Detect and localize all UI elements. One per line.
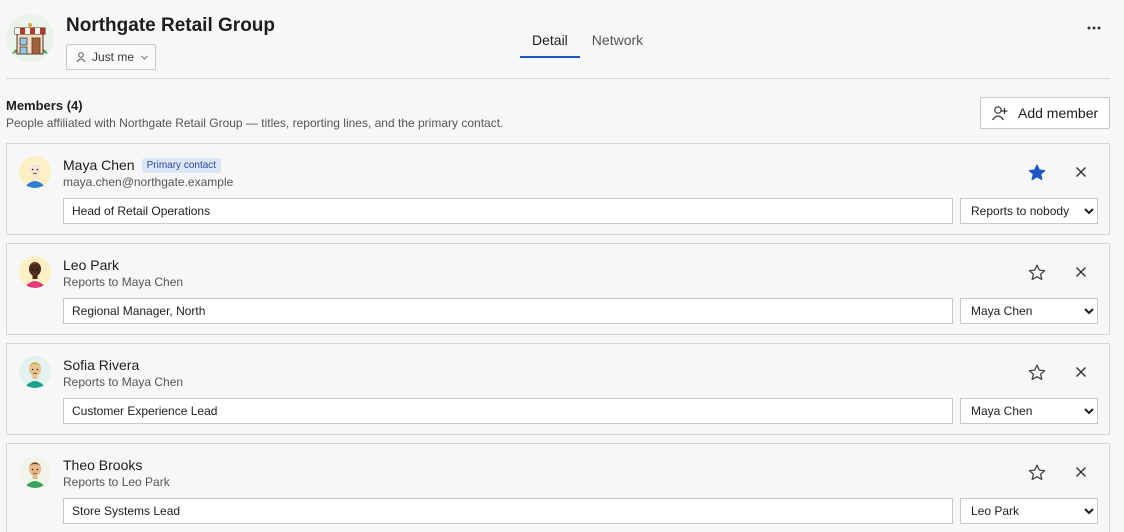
storefront-icon	[6, 14, 54, 62]
page-title: Northgate Retail Group	[66, 15, 276, 36]
members-description: People affiliated with Northgate Retail …	[6, 116, 504, 130]
add-member-button[interactable]: Add member	[980, 97, 1110, 129]
member-card: Sofia Rivera Reports to Maya Chen Report…	[6, 343, 1110, 435]
member-title-input[interactable]	[63, 298, 953, 324]
star-icon	[1028, 164, 1046, 181]
remove-member-button[interactable]	[1072, 363, 1090, 381]
primary-contact-toggle[interactable]	[1027, 263, 1047, 283]
tab-bar: Detail Network	[520, 24, 655, 58]
member-name: Leo Park	[63, 257, 119, 273]
remove-member-button[interactable]	[1072, 163, 1090, 181]
member-name-text: Maya Chen	[63, 157, 135, 173]
more-button[interactable]	[1083, 17, 1105, 39]
person-icon	[76, 52, 86, 63]
avatar	[19, 256, 51, 288]
scope-dropdown[interactable]: Just me	[66, 44, 156, 70]
reports-to-select[interactable]: Reports to nobodyMaya ChenLeo ParkSofia …	[960, 298, 1098, 324]
avatar	[19, 456, 51, 488]
members-heading: Members (4)	[6, 98, 83, 113]
star-icon	[1028, 464, 1046, 481]
header-divider	[6, 78, 1110, 79]
member-name: Sofia Rivera	[63, 357, 139, 373]
close-icon	[1076, 267, 1086, 277]
remove-member-button[interactable]	[1072, 463, 1090, 481]
more-horizontal-icon	[1087, 26, 1101, 30]
member-title-input[interactable]	[63, 198, 953, 224]
add-member-label: Add member	[1018, 105, 1099, 121]
remove-member-button[interactable]	[1072, 263, 1090, 281]
member-card: Theo Brooks Reports to Leo Park Reports …	[6, 443, 1110, 532]
member-name: Maya Chen Primary contact	[63, 157, 222, 173]
member-subtitle: maya.chen@northgate.example	[63, 175, 234, 189]
chevron-down-icon	[141, 55, 148, 60]
member-subtitle: Reports to Maya Chen	[63, 375, 184, 389]
primary-contact-toggle[interactable]	[1027, 163, 1047, 183]
primary-contact-badge: Primary contact	[141, 157, 222, 173]
star-icon	[1028, 364, 1046, 381]
member-subtitle: Reports to Maya Chen	[63, 275, 184, 289]
close-icon	[1076, 467, 1086, 477]
star-icon	[1028, 264, 1046, 281]
reports-to-select[interactable]: Reports to nobodyMaya ChenLeo ParkSofia …	[960, 498, 1098, 524]
tab-network[interactable]: Network	[580, 24, 655, 58]
member-title-input[interactable]	[63, 498, 953, 524]
member-subtitle: Reports to Leo Park	[63, 475, 170, 489]
avatar	[19, 156, 51, 188]
member-title-input[interactable]	[63, 398, 953, 424]
member-name-text: Leo Park	[63, 257, 120, 273]
member-name: Theo Brooks	[63, 457, 142, 473]
primary-contact-toggle[interactable]	[1027, 463, 1047, 483]
scope-label: Just me	[92, 50, 135, 64]
member-name-text: Sofia Rivera	[63, 357, 140, 373]
avatar	[19, 356, 51, 388]
close-icon	[1076, 167, 1086, 177]
close-icon	[1076, 367, 1086, 377]
member-card: Leo Park Reports to Maya Chen Reports to…	[6, 243, 1110, 335]
member-card: Maya Chen Primary contact maya.chen@north…	[6, 143, 1110, 235]
reports-to-select[interactable]: Reports to nobodyMaya ChenLeo ParkSofia …	[960, 398, 1098, 424]
member-name-text: Theo Brooks	[63, 457, 143, 473]
reports-to-select[interactable]: Reports to nobodyMaya ChenLeo ParkSofia …	[960, 198, 1098, 224]
tab-detail[interactable]: Detail	[520, 24, 580, 58]
header: Northgate Retail Group Just me Detail Ne…	[0, 0, 1124, 79]
add-person-icon	[992, 106, 1008, 121]
primary-contact-toggle[interactable]	[1027, 363, 1047, 383]
